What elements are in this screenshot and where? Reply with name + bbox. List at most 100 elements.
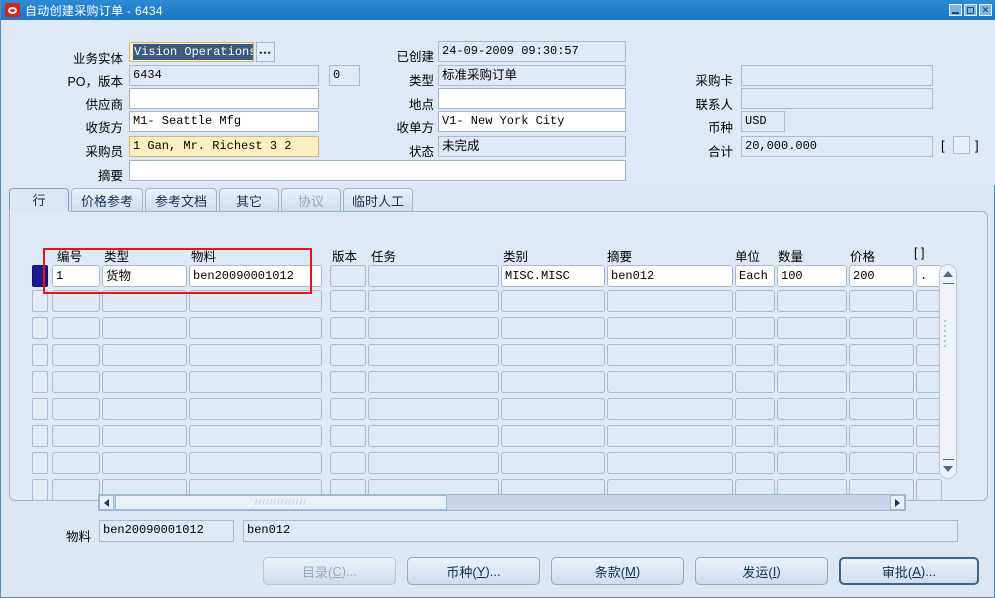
cell-number-5[interactable] (52, 371, 100, 393)
tab-temp-labor[interactable]: 临时人工 (343, 188, 413, 212)
item-code-field[interactable]: ben20090001012 (99, 520, 234, 542)
cell-uom-7[interactable] (735, 425, 775, 447)
cell-quantity-3[interactable] (777, 317, 847, 339)
horizontal-scroll-thumb[interactable]: ////////////// (115, 495, 447, 510)
maximize-button[interactable] (964, 4, 977, 16)
shipments-button[interactable]: 发运(I) (695, 557, 828, 585)
cell-number-8[interactable] (52, 452, 100, 474)
cell-item-6[interactable] (189, 398, 322, 420)
ship-to-field[interactable]: M1- Seattle Mfg (129, 111, 319, 132)
cell-job-1[interactable] (368, 265, 499, 287)
cell-quantity-4[interactable] (777, 344, 847, 366)
row-selector-1[interactable] (32, 265, 48, 287)
cell-job-4[interactable] (368, 344, 499, 366)
status-field[interactable]: 未完成 (438, 136, 626, 157)
row-selector-5[interactable] (32, 371, 48, 393)
cell-type-2[interactable] (102, 290, 187, 312)
grid-vertical-scrollbar[interactable] (939, 264, 957, 479)
cell-price-7[interactable] (849, 425, 914, 447)
scroll-right-icon[interactable] (890, 495, 905, 510)
grid-horizontal-scrollbar[interactable]: ////////////// (98, 494, 906, 511)
cell-description-3[interactable] (607, 317, 733, 339)
bill-to-field[interactable]: V1- New York City (438, 111, 626, 132)
cell-category-6[interactable] (501, 398, 605, 420)
cell-uom-8[interactable] (735, 452, 775, 474)
scroll-down-icon[interactable] (941, 462, 955, 476)
cell-uom-6[interactable] (735, 398, 775, 420)
cell-price-8[interactable] (849, 452, 914, 474)
cell-item-3[interactable] (189, 317, 322, 339)
tab-more[interactable]: 其它 (219, 188, 279, 212)
cell-item-8[interactable] (189, 452, 322, 474)
cell-item-7[interactable] (189, 425, 322, 447)
cell-revision-8[interactable] (330, 452, 366, 474)
close-icon[interactable]: ✕ (979, 4, 992, 16)
cell-job-8[interactable] (368, 452, 499, 474)
cell-type-3[interactable] (102, 317, 187, 339)
cell-number-4[interactable] (52, 344, 100, 366)
cell-revision-3[interactable] (330, 317, 366, 339)
cell-job-5[interactable] (368, 371, 499, 393)
cell-category-4[interactable] (501, 344, 605, 366)
cell-number-7[interactable] (52, 425, 100, 447)
scroll-up-icon[interactable] (941, 267, 955, 281)
cell-price-5[interactable] (849, 371, 914, 393)
item-description-field[interactable]: ben012 (243, 520, 958, 542)
business-unit-field[interactable]: Vision Operations (129, 42, 254, 62)
row-selector-4[interactable] (32, 344, 48, 366)
cell-type-8[interactable] (102, 452, 187, 474)
cell-item-2[interactable] (189, 290, 322, 312)
currency-button[interactable]: 币种(Y)... (407, 557, 540, 585)
minimize-button[interactable] (949, 4, 962, 16)
cell-description-6[interactable] (607, 398, 733, 420)
cell-price-2[interactable] (849, 290, 914, 312)
tab-lines[interactable]: 行 (9, 188, 69, 212)
cell-job-6[interactable] (368, 398, 499, 420)
row-selector-3[interactable] (32, 317, 48, 339)
cell-description-4[interactable] (607, 344, 733, 366)
cell-uom-5[interactable] (735, 371, 775, 393)
cell-description-8[interactable] (607, 452, 733, 474)
cell-flex-9[interactable] (916, 479, 942, 501)
scroll-thumb-grip[interactable] (944, 317, 953, 365)
cell-category-8[interactable] (501, 452, 605, 474)
total-field[interactable]: 20,000.000 (741, 136, 933, 157)
cell-quantity-8[interactable] (777, 452, 847, 474)
cell-revision-2[interactable] (330, 290, 366, 312)
cell-category-1[interactable]: MISC.MISC (501, 265, 605, 287)
cell-revision-1[interactable] (330, 265, 366, 287)
cell-description-1[interactable]: ben012 (607, 265, 733, 287)
currency-field[interactable]: USD (741, 111, 785, 132)
cell-quantity-7[interactable] (777, 425, 847, 447)
row-selector-2[interactable] (32, 290, 48, 312)
cell-quantity-2[interactable] (777, 290, 847, 312)
cell-type-1[interactable]: 货物 (102, 265, 187, 287)
business-unit-lov-icon[interactable]: ••• (256, 42, 275, 62)
contact-field[interactable] (741, 88, 933, 109)
cell-item-5[interactable] (189, 371, 322, 393)
cell-number-1[interactable]: 1 (52, 265, 100, 287)
cell-revision-5[interactable] (330, 371, 366, 393)
header-flex-checkbox[interactable] (953, 136, 970, 154)
cell-price-4[interactable] (849, 344, 914, 366)
description-field[interactable] (129, 160, 626, 181)
row-selector-8[interactable] (32, 452, 48, 474)
approve-button[interactable]: 审批(A)... (839, 557, 979, 585)
cell-type-7[interactable] (102, 425, 187, 447)
tab-reference-documents[interactable]: 参考文档 (145, 188, 217, 212)
cell-type-5[interactable] (102, 371, 187, 393)
row-selector-7[interactable] (32, 425, 48, 447)
cell-revision-6[interactable] (330, 398, 366, 420)
cell-category-2[interactable] (501, 290, 605, 312)
cell-price-1[interactable]: 200 (849, 265, 914, 287)
cell-category-5[interactable] (501, 371, 605, 393)
cell-number-2[interactable] (52, 290, 100, 312)
po-number-field[interactable]: 6434 (129, 65, 319, 86)
cell-job-7[interactable] (368, 425, 499, 447)
buyer-field[interactable]: 1 Gan, Mr. Richest 3 2 (129, 136, 319, 157)
cell-uom-3[interactable] (735, 317, 775, 339)
cell-type-4[interactable] (102, 344, 187, 366)
cell-number-9[interactable] (52, 479, 100, 501)
cell-item-1[interactable]: ben20090001012 (189, 265, 322, 287)
row-selector-9[interactable] (32, 479, 48, 501)
